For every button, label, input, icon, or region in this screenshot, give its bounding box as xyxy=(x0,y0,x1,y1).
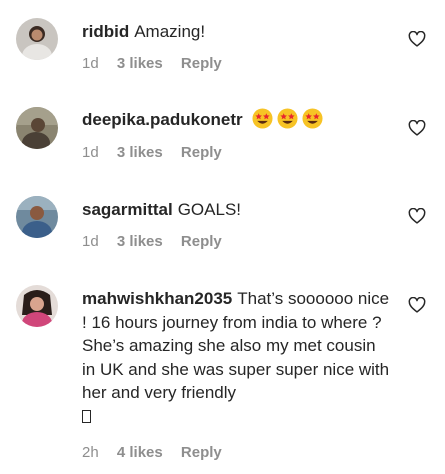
comment-likes[interactable]: 4 likes xyxy=(117,444,163,461)
comment-meta: 2h 4 likes Reply xyxy=(82,444,236,461)
comment-text: ridbid Amazing! xyxy=(82,20,392,44)
comment-likes[interactable]: 3 likes xyxy=(117,55,163,72)
comment-time: 1d xyxy=(82,233,99,250)
avatar[interactable] xyxy=(16,107,58,149)
comment-meta: 1d 3 likes Reply xyxy=(82,55,236,72)
avatar[interactable] xyxy=(16,285,58,327)
reply-button[interactable]: Reply xyxy=(181,444,222,461)
comment-message: GOALS! xyxy=(177,200,242,219)
comment-likes[interactable]: 3 likes xyxy=(117,144,163,161)
heart-outline-icon[interactable] xyxy=(408,120,426,136)
reply-button[interactable]: Reply xyxy=(181,233,222,250)
comment-username[interactable]: ridbid xyxy=(82,22,129,41)
reply-button[interactable]: Reply xyxy=(181,144,222,161)
comment-time: 2h xyxy=(82,444,99,461)
comment-username[interactable]: sagarmittal xyxy=(82,200,173,219)
comment-username[interactable]: deepika.padukonetr xyxy=(82,110,243,129)
comment-text: mahwishkhan2035 That’s soooooo nice ! 16 … xyxy=(82,287,392,428)
heart-outline-icon[interactable] xyxy=(408,208,426,224)
comment-likes[interactable]: 3 likes xyxy=(117,233,163,250)
comment-meta: 1d 3 likes Reply xyxy=(82,233,236,250)
star-struck-emoji xyxy=(277,108,298,129)
comment-meta: 1d 3 likes Reply xyxy=(82,144,236,161)
comment-time: 1d xyxy=(82,55,99,72)
missing-glyph-box xyxy=(82,409,91,423)
heart-outline-icon[interactable] xyxy=(408,297,426,313)
heart-outline-icon[interactable] xyxy=(408,31,426,47)
comment-message: Amazing! xyxy=(134,22,206,41)
star-struck-emoji xyxy=(302,108,323,129)
comment-text: deepika.padukonetr xyxy=(82,108,392,132)
comment-time: 1d xyxy=(82,144,99,161)
comment-username[interactable]: mahwishkhan2035 xyxy=(82,289,232,308)
comment-text: sagarmittal GOALS! xyxy=(82,198,392,222)
avatar[interactable] xyxy=(16,196,58,238)
reply-button[interactable]: Reply xyxy=(181,55,222,72)
avatar[interactable] xyxy=(16,18,58,60)
star-struck-emoji xyxy=(252,108,273,129)
